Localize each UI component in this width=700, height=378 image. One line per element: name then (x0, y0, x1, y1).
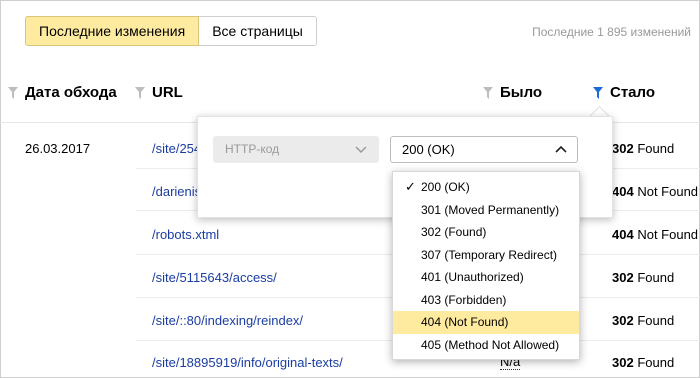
status-now: 302 Found (612, 270, 674, 285)
column-header-now[interactable]: Стало (593, 84, 655, 101)
chevron-up-icon (555, 137, 567, 170)
chevron-down-icon (355, 136, 367, 173)
http-code-select[interactable]: 200 (OK) (390, 136, 578, 163)
option-200[interactable]: ✓ 200 (OK) (393, 176, 579, 199)
status-now: 404 Not Found (612, 227, 698, 242)
status-now: 302 Found (612, 141, 674, 156)
status-code: 404 (612, 184, 634, 199)
filter-field-label: HTTP-код (225, 142, 280, 156)
url-link[interactable]: /darienis (152, 184, 201, 199)
column-label-date: Дата обхода (25, 84, 117, 101)
option-label: 200 (OK) (421, 180, 470, 194)
column-label-url: URL (152, 84, 183, 101)
filter-field-select: HTTP-код (213, 136, 379, 163)
url-link[interactable]: /site/::80/indexing/reindex/ (152, 313, 303, 328)
status-code: 302 (612, 313, 634, 328)
option-404[interactable]: 404 (Not Found) (393, 311, 579, 334)
tab-all-pages[interactable]: Все страницы (199, 16, 317, 46)
status-now: 404 Not Found (612, 184, 698, 199)
crawl-date: 26.03.2017 (25, 141, 91, 156)
url-link[interactable]: /robots.xtml (152, 227, 219, 242)
filter-icon[interactable] (483, 86, 493, 99)
status-text: Not Found (637, 227, 699, 242)
url-link[interactable]: /site/5115643/access/ (152, 270, 277, 285)
option-label: 403 (Forbidden) (421, 292, 507, 307)
status-text: Found (637, 355, 675, 370)
status-now: 302 Found (612, 355, 674, 370)
http-code-selected: 200 (OK) (402, 142, 455, 157)
option-403[interactable]: 403 (Forbidden) (393, 289, 579, 312)
option-label: 405 (Method Not Allowed) (421, 337, 560, 352)
url-link[interactable]: /site/254 (152, 141, 201, 156)
option-label: 401 (Unauthorized) (421, 270, 524, 284)
option-302[interactable]: 302 (Found) (393, 221, 579, 244)
status-text: Found (637, 313, 675, 328)
filter-icon[interactable] (8, 86, 18, 99)
status-code: 302 (612, 270, 634, 285)
checkmark-icon: ✓ (405, 179, 416, 194)
column-header-date[interactable]: Дата обхода (8, 84, 117, 101)
status-now: 302 Found (612, 313, 674, 328)
tab-recent-changes[interactable]: Последние изменения (25, 16, 200, 46)
filter-icon[interactable] (135, 86, 145, 99)
column-header-url[interactable]: URL (135, 84, 183, 101)
option-label: 307 (Temporary Redirect) (421, 247, 558, 262)
option-label: 302 (Found) (421, 225, 487, 239)
status-text: Found (637, 141, 675, 156)
column-header-was[interactable]: Было (483, 84, 542, 101)
option-label: 404 (Not Found) (421, 315, 509, 329)
view-tabs: Последние изменения Все страницы (25, 16, 317, 46)
status-code: 302 (612, 355, 634, 370)
option-401[interactable]: 401 (Unauthorized) (393, 266, 579, 289)
option-301[interactable]: 301 (Moved Permanently) (393, 199, 579, 222)
status-code: 404 (612, 227, 634, 242)
status-code: 302 (612, 141, 634, 156)
column-label-now: Стало (610, 84, 656, 101)
option-405[interactable]: 405 (Method Not Allowed) (393, 334, 579, 357)
option-307[interactable]: 307 (Temporary Redirect) (393, 244, 579, 267)
http-code-dropdown: ✓ 200 (OK) 301 (Moved Permanently) 302 (… (392, 171, 580, 360)
column-label-was: Было (500, 84, 543, 101)
changes-count: Последние 1 895 изменений (532, 25, 691, 39)
filter-active-icon[interactable] (593, 86, 603, 99)
url-link[interactable]: /site/18895919/info/original-texts/ (152, 355, 343, 370)
option-label: 301 (Moved Permanently) (421, 202, 560, 217)
status-text: Not Found (637, 184, 699, 199)
status-text: Found (637, 270, 675, 285)
